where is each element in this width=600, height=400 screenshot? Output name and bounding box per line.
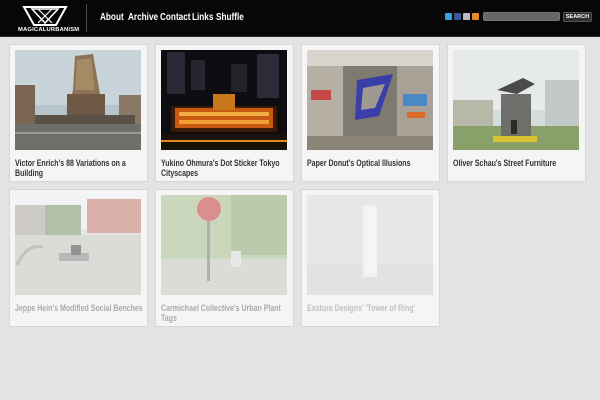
- main-nav: About Archive Contact Links Shuffle: [100, 12, 244, 23]
- twitter-icon[interactable]: [445, 13, 452, 20]
- post-card[interactable]: Yukino Ohmura's Dot Sticker Tokyo Citysc…: [155, 44, 294, 182]
- nav-contact[interactable]: Contact: [160, 12, 191, 23]
- post-thumbnail[interactable]: [161, 50, 287, 150]
- post-thumbnail[interactable]: [161, 195, 287, 295]
- post-title[interactable]: Jeppe Hein's Modified Social Benches: [15, 303, 143, 313]
- email-icon[interactable]: [463, 13, 470, 20]
- post-card[interactable]: Oliver Schau's Street Furniture: [447, 44, 586, 182]
- post-title[interactable]: Paper Donut's Optical Illusions: [307, 158, 435, 168]
- post-thumbnail[interactable]: [15, 50, 141, 150]
- nav-archive[interactable]: Archive: [128, 12, 158, 23]
- search-button[interactable]: SEARCH: [563, 12, 592, 22]
- post-card[interactable]: Carmichael Collective's Urban Plant Tags: [155, 189, 294, 327]
- header-divider: [86, 4, 87, 32]
- post-card[interactable]: Victor Enrich's 88 Variations on a Build…: [9, 44, 148, 182]
- post-card[interactable]: Paper Donut's Optical Illusions: [301, 44, 440, 182]
- post-card[interactable]: Exsture Designs' 'Tower of Ring': [301, 189, 440, 327]
- rss-icon[interactable]: [472, 13, 479, 20]
- post-thumbnail[interactable]: [15, 195, 141, 295]
- post-title[interactable]: Oliver Schau's Street Furniture: [453, 158, 581, 168]
- social-links: [445, 13, 479, 20]
- logo-emblem-icon: [22, 6, 68, 26]
- nav-links[interactable]: Links: [192, 12, 213, 23]
- top-bar: MAGICALURBANISM About Archive Contact Li…: [0, 0, 600, 37]
- site-logo[interactable]: MAGICALURBANISM: [18, 5, 80, 33]
- post-thumbnail[interactable]: [307, 50, 433, 150]
- post-title[interactable]: Yukino Ohmura's Dot Sticker Tokyo Citysc…: [161, 158, 289, 178]
- post-thumbnail[interactable]: [453, 50, 579, 150]
- post-title[interactable]: Victor Enrich's 88 Variations on a Build…: [15, 158, 143, 178]
- post-card[interactable]: Jeppe Hein's Modified Social Benches: [9, 189, 148, 327]
- post-thumbnail[interactable]: [307, 195, 433, 295]
- facebook-icon[interactable]: [454, 13, 461, 20]
- search-input[interactable]: [483, 12, 560, 21]
- nav-shuffle[interactable]: Shuffle: [216, 12, 244, 23]
- nav-about[interactable]: About: [100, 12, 124, 23]
- post-title[interactable]: Exsture Designs' 'Tower of Ring': [307, 303, 435, 313]
- post-title[interactable]: Carmichael Collective's Urban Plant Tags: [161, 303, 289, 323]
- logo-wordmark: MAGICALURBANISM: [18, 27, 80, 33]
